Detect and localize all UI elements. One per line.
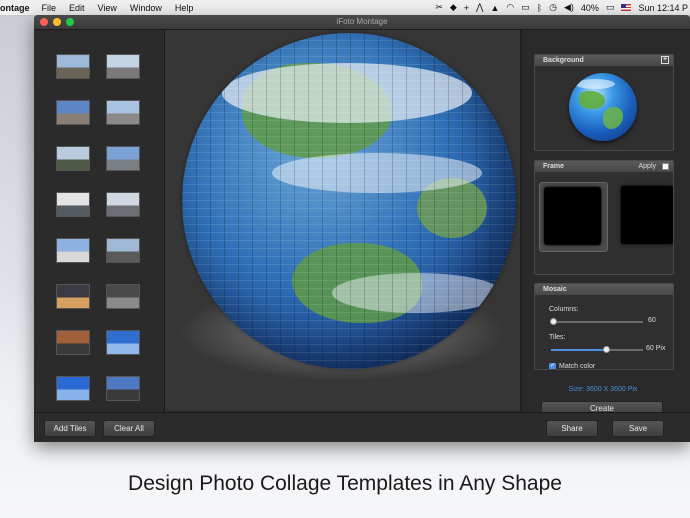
tiles-slider[interactable] (551, 346, 643, 353)
tile-thumbnail-grid (56, 54, 140, 401)
mosaic-panel-title: Mosaic (535, 284, 673, 295)
frame-option-torn[interactable] (619, 182, 673, 250)
apply-frame-label: Apply (638, 163, 656, 170)
tiles-value: 60 Pix (646, 345, 666, 352)
add-tiles-button[interactable]: Add Tiles (44, 420, 96, 437)
menu-window[interactable]: Window (130, 3, 162, 13)
tile-thumbnail[interactable] (106, 146, 140, 171)
output-size-text: Size: 3600 X 3600 Pix (568, 386, 638, 393)
volume-icon[interactable]: ◀) (564, 2, 574, 13)
tiles-label: Tiles: (549, 334, 566, 341)
battery-level[interactable]: 40% (581, 3, 599, 13)
tile-thumbnail[interactable] (56, 238, 90, 263)
tile-thumbnail[interactable] (56, 284, 90, 309)
add-background-icon[interactable]: + (661, 56, 669, 64)
window-title: iFoto Montage (336, 17, 388, 26)
menu-edit[interactable]: Edit (69, 3, 85, 13)
tile-thumbnail[interactable] (56, 100, 90, 125)
tile-thumbnail[interactable] (56, 192, 90, 217)
tile-thumbnail[interactable] (106, 284, 140, 309)
evernote-icon[interactable]: ◆ (450, 2, 457, 13)
canvas-divider (520, 30, 522, 411)
status-tray: ✂ ◆ + ⋀ ▲ ◠ ▭ ᛒ ◷ ◀) 40% ▭ Sun 12:14 P (435, 0, 688, 15)
background-panel-title: Background (543, 57, 584, 64)
menu-bar: ontage File Edit View Window Help ✂ ◆ + … (0, 0, 690, 16)
flag-icon[interactable] (621, 4, 632, 11)
tile-thumbnail[interactable] (106, 238, 140, 263)
plus-icon[interactable]: + (464, 3, 469, 13)
menu-file[interactable]: File (42, 3, 57, 13)
tile-thumbnail[interactable] (56, 376, 90, 401)
earth-mosaic-globe[interactable] (182, 33, 516, 369)
tile-thumbnail[interactable] (106, 330, 140, 355)
tile-thumbnail[interactable] (56, 54, 90, 79)
tile-thumbnail[interactable] (106, 54, 140, 79)
tile-thumbnail[interactable] (106, 192, 140, 217)
battery-icon[interactable]: ▭ (606, 2, 615, 13)
settings-panel: Background + Frame Apply Mosaic Columns:… (523, 30, 690, 416)
clear-all-button[interactable]: Clear All (103, 420, 155, 437)
tiles-sidebar[interactable] (34, 30, 165, 411)
title-bar: iFoto Montage (34, 15, 690, 30)
tiles-slider-knob[interactable] (603, 346, 611, 353)
columns-slider[interactable] (549, 318, 643, 325)
wifi-icon[interactable]: ◠ (506, 2, 514, 13)
tile-thumbnail[interactable] (56, 146, 90, 171)
apply-frame-checkbox[interactable] (662, 163, 669, 170)
share-button[interactable]: Share (546, 420, 598, 437)
menu-clock[interactable]: Sun 12:14 P (638, 3, 688, 13)
menu-help[interactable]: Help (175, 3, 194, 13)
menu-view[interactable]: View (98, 3, 117, 13)
time-machine-icon[interactable]: ◷ (549, 2, 557, 13)
promo-caption: Design Photo Collage Templates in Any Sh… (128, 472, 562, 495)
background-panel: Background + (534, 54, 674, 151)
frame-option-rough[interactable] (539, 182, 608, 252)
tile-thumbnail[interactable] (56, 330, 90, 355)
save-button[interactable]: Save (612, 420, 664, 437)
tile-thumbnail[interactable] (106, 100, 140, 125)
frame-panel-title: Frame (543, 163, 565, 170)
bottom-toolbar: Add Tiles Clear All Share Save (34, 412, 690, 442)
bluetooth-icon[interactable]: ᛒ (537, 3, 542, 13)
columns-value: 60 (648, 317, 656, 324)
columns-slider-knob[interactable] (549, 318, 557, 325)
display-icon[interactable]: ▭ (521, 2, 530, 13)
background-preview-globe[interactable] (569, 73, 637, 141)
match-color-label: Match color (559, 363, 596, 370)
menu-app-name[interactable]: ontage (0, 3, 30, 13)
scissors-icon[interactable]: ✂ (435, 2, 443, 13)
columns-label: Columns: (549, 306, 579, 313)
adobe-icon[interactable]: ⋀ (476, 2, 483, 13)
match-color-checkbox[interactable]: ✓ (549, 363, 556, 369)
tile-thumbnail[interactable] (106, 376, 140, 401)
mosaic-panel: Mosaic Columns: 60 Tiles: 60 Pix ✓ Match… (534, 283, 674, 370)
sync-icon[interactable]: ▲ (490, 3, 499, 13)
frame-panel: Frame Apply (534, 160, 674, 275)
